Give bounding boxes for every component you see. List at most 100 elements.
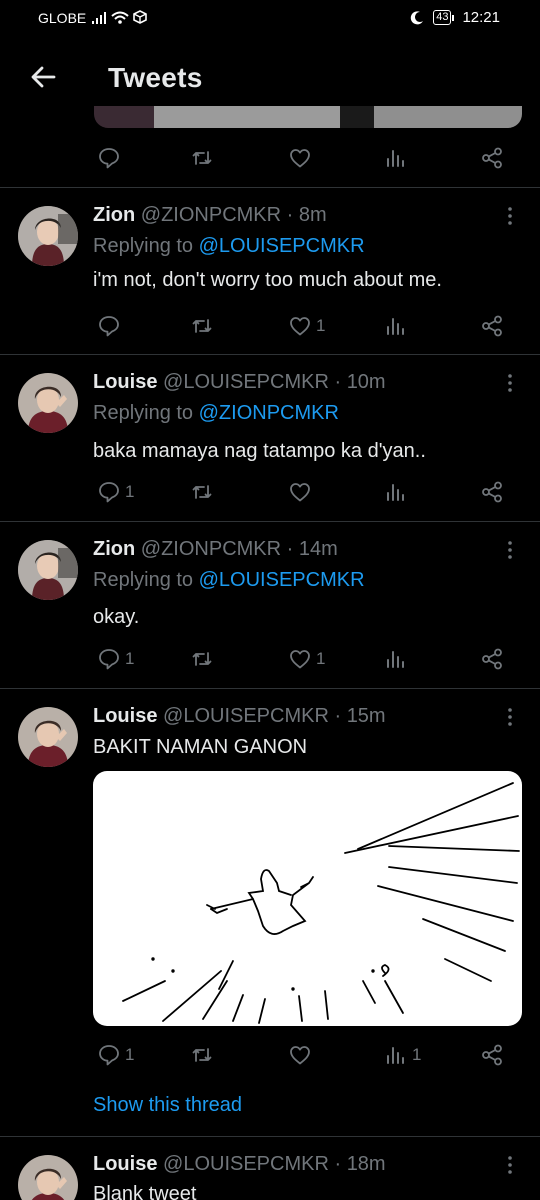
- like-button[interactable]: [288, 143, 312, 173]
- reply-count: 1: [125, 1045, 135, 1064]
- handle[interactable]: @ZIONPCMKR: [141, 538, 281, 560]
- reply-count: 1: [125, 482, 135, 501]
- views-button[interactable]: 1: [384, 1040, 421, 1070]
- display-name[interactable]: Louise: [93, 1153, 157, 1175]
- like-count: 1: [316, 316, 326, 335]
- reply-button[interactable]: [97, 143, 121, 173]
- replying-to-link[interactable]: @LOUISEPCMKR: [199, 235, 365, 257]
- retweet-icon: [190, 1043, 214, 1067]
- tweet-header: Louise @LOUISEPCMKR · 10m: [93, 371, 386, 393]
- like-icon: [288, 480, 312, 504]
- tweet[interactable]: Louise @LOUISEPCMKR · 18m Blank tweet: [0, 1137, 540, 1200]
- reply-icon: [97, 146, 121, 170]
- tweet-actions: 1 1: [0, 1040, 540, 1070]
- tweet[interactable]: Zion @ZIONPCMKR · 14m Replying to @LOUIS…: [0, 522, 540, 688]
- battery-icon: 43: [433, 10, 455, 25]
- battery-level: 43: [433, 10, 452, 25]
- retweet-button[interactable]: [190, 143, 214, 173]
- more-icon[interactable]: [500, 204, 520, 228]
- replying-prefix: Replying to: [93, 235, 194, 257]
- replying-to: Replying to @LOUISEPCMKR: [93, 569, 365, 592]
- signal-wifi-icons: [92, 10, 147, 24]
- tweet-text: Blank tweet: [93, 1183, 197, 1200]
- clock: 12:21: [462, 9, 500, 26]
- tweet-actions: 1: [0, 477, 540, 507]
- like-button[interactable]: 1: [288, 311, 325, 341]
- timestamp[interactable]: 18m: [347, 1153, 386, 1175]
- timestamp[interactable]: 15m: [347, 705, 386, 727]
- views-button[interactable]: [384, 644, 412, 674]
- handle[interactable]: @ZIONPCMKR: [141, 204, 281, 226]
- views-button[interactable]: [384, 143, 408, 173]
- display-name[interactable]: Louise: [93, 371, 157, 393]
- like-count: 1: [316, 649, 326, 668]
- like-button[interactable]: [288, 477, 316, 507]
- moon-icon: [410, 10, 424, 24]
- share-icon: [480, 1043, 504, 1067]
- replying-to-link[interactable]: @ZIONPCMKR: [199, 402, 339, 424]
- reply-button[interactable]: [97, 311, 125, 341]
- avatar[interactable]: [18, 206, 78, 266]
- views-icon: [384, 314, 408, 338]
- share-button[interactable]: [480, 644, 504, 674]
- tweet-image[interactable]: [93, 771, 522, 1026]
- tweet-header: Louise @LOUISEPCMKR · 18m: [93, 1153, 386, 1175]
- previous-tweet-media[interactable]: [94, 106, 522, 128]
- reply-button[interactable]: 1: [97, 477, 134, 507]
- like-button[interactable]: 1: [288, 644, 325, 674]
- reply-icon: [97, 647, 121, 671]
- share-button[interactable]: [480, 311, 504, 341]
- views-button[interactable]: [384, 477, 412, 507]
- tweet-text: i'm not, don't worry too much about me.: [93, 269, 442, 291]
- display-name[interactable]: Zion: [93, 538, 135, 560]
- handle[interactable]: @LOUISEPCMKR: [163, 371, 329, 393]
- timestamp[interactable]: 8m: [299, 204, 327, 226]
- status-bar: GLOBE 43 12:21: [0, 0, 540, 38]
- tweet-header: Zion @ZIONPCMKR · 8m: [93, 204, 327, 226]
- page-title: Tweets: [108, 62, 203, 93]
- more-icon[interactable]: [500, 371, 520, 395]
- avatar[interactable]: [18, 707, 78, 767]
- reply-button[interactable]: 1: [97, 644, 134, 674]
- share-button[interactable]: [480, 143, 504, 173]
- timestamp[interactable]: 14m: [299, 538, 338, 560]
- views-icon: [384, 480, 408, 504]
- replying-to-link[interactable]: @LOUISEPCMKR: [199, 569, 365, 591]
- tweet-actions: 1: [0, 311, 540, 341]
- views-button[interactable]: [384, 311, 412, 341]
- reply-icon: [97, 314, 121, 338]
- replying-prefix: Replying to: [93, 402, 194, 424]
- replying-to: Replying to @ZIONPCMKR: [93, 402, 339, 425]
- more-icon[interactable]: [500, 538, 520, 562]
- retweet-button[interactable]: [190, 1040, 214, 1070]
- like-icon: [288, 146, 312, 170]
- display-name[interactable]: Louise: [93, 705, 157, 727]
- show-thread-link[interactable]: Show this thread: [93, 1094, 242, 1117]
- avatar[interactable]: [18, 373, 78, 433]
- share-button[interactable]: [480, 1040, 504, 1070]
- like-button[interactable]: [288, 1040, 316, 1070]
- handle[interactable]: @LOUISEPCMKR: [163, 705, 329, 727]
- retweet-button[interactable]: [190, 311, 214, 341]
- more-icon[interactable]: [500, 705, 520, 729]
- carrier-label: GLOBE: [38, 10, 87, 26]
- avatar[interactable]: [18, 1155, 78, 1200]
- replying-prefix: Replying to: [93, 569, 194, 591]
- avatar[interactable]: [18, 540, 78, 600]
- more-icon[interactable]: [500, 1153, 520, 1177]
- display-name[interactable]: Zion: [93, 204, 135, 226]
- tweet[interactable]: Louise @LOUISEPCMKR · 15m BAKIT NAMAN GA…: [0, 689, 540, 1136]
- retweet-button[interactable]: [190, 644, 214, 674]
- back-arrow-icon[interactable]: [28, 62, 58, 92]
- retweet-icon: [190, 480, 214, 504]
- share-button[interactable]: [480, 477, 504, 507]
- timestamp[interactable]: 10m: [347, 371, 386, 393]
- tweet-text: baka mamaya nag tatampo ka d'yan..: [93, 440, 426, 462]
- retweet-button[interactable]: [190, 477, 214, 507]
- like-icon: [288, 1043, 312, 1067]
- tweet[interactable]: Zion @ZIONPCMKR · 8m Replying to @LOUISE…: [0, 188, 540, 354]
- reply-icon: [97, 1043, 121, 1067]
- reply-button[interactable]: 1: [97, 1040, 134, 1070]
- tweet[interactable]: Louise @LOUISEPCMKR · 10m Replying to @Z…: [0, 355, 540, 521]
- handle[interactable]: @LOUISEPCMKR: [163, 1153, 329, 1175]
